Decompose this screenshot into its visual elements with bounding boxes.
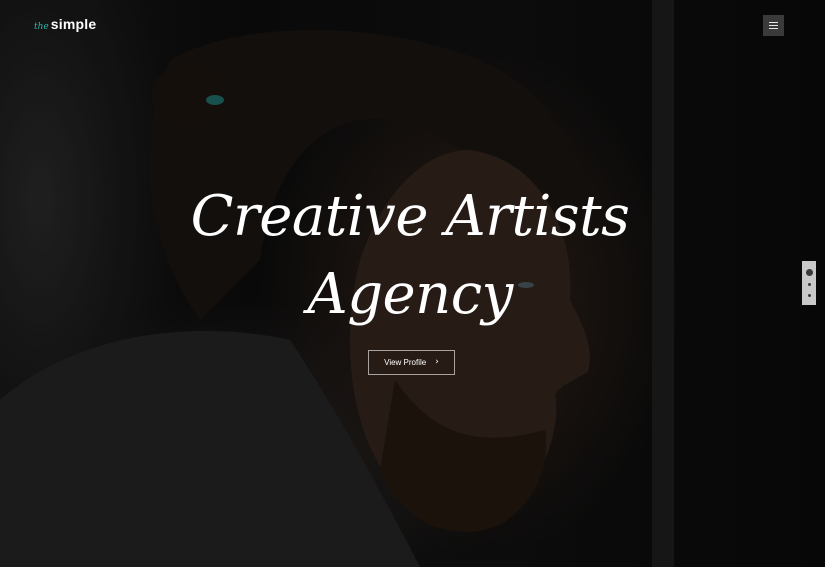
hero-headline: Creative Artists Agency [150,178,670,334]
headline-line-2: Agency [307,262,513,327]
site-logo[interactable]: the simple [34,16,96,32]
headline-line-1: Creative Artists [190,184,630,249]
chevron-right-icon: › [435,357,439,367]
hamburger-icon [769,20,778,31]
hero-section: the simple Creative Artists Agency View … [0,0,825,567]
view-profile-button[interactable]: View Profile › [368,350,455,375]
slide-dot-1[interactable] [805,268,813,276]
logo-prefix: the [34,22,49,32]
menu-button[interactable] [763,15,784,36]
slide-dot-3[interactable] [807,294,811,298]
view-profile-label: View Profile [384,358,427,367]
slide-dot-2[interactable] [807,283,811,287]
slider-pagination [802,261,816,305]
logo-name: simple [50,16,97,32]
